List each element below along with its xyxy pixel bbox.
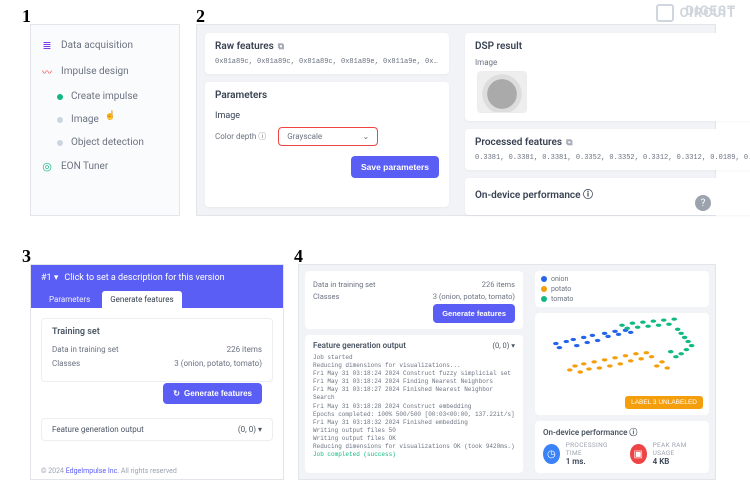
log-success-line: Job completed (success)	[313, 451, 396, 458]
nav-data-acquisition[interactable]: ≣ Data acquisition	[41, 33, 169, 58]
classes-value: 3 (onion, potato, tomato)	[433, 292, 515, 301]
version-desc[interactable]: Click to set a description for this vers…	[64, 273, 224, 283]
nav-create-impulse[interactable]: Create impulse	[41, 85, 169, 108]
param-section-label: Image	[215, 111, 439, 121]
nav-eon-tuner[interactable]: ◎ EON Tuner	[41, 154, 169, 179]
legend-tomato: tomato	[551, 295, 573, 303]
legend-dot-icon	[541, 276, 547, 282]
feature-explorer-panel: Data in training set 226 items Classes 3…	[298, 264, 716, 480]
cursor-icon	[105, 111, 115, 121]
legend-dot-icon	[541, 286, 547, 292]
ram-icon: ▣	[630, 444, 647, 464]
nav-label: Data acquisition	[61, 40, 133, 51]
ondevice-perf-card: On-device performance ⓘ ◷ PROCESSING TIM…	[535, 421, 709, 473]
label-unlabeled-button[interactable]: LABEL 3 UNLABELED	[625, 396, 703, 409]
proc-value: 1 ms.	[566, 457, 616, 467]
copy-icon[interactable]	[278, 41, 284, 52]
feature-generation-output-row[interactable]: Feature generation output (0, 0) ▾	[41, 418, 273, 441]
footer-prefix: © 2024	[41, 467, 66, 475]
nav-object-detection[interactable]: Object detection	[41, 131, 169, 154]
color-depth-select[interactable]: Grayscale ⌄	[278, 127, 378, 146]
dsp-caption: Image	[475, 58, 750, 67]
color-depth-label: Color depth ⓘ	[215, 131, 266, 142]
footer-link[interactable]: EdgeImpulse Inc.	[66, 467, 119, 475]
legend-potato: potato	[551, 285, 571, 293]
generate-features-panel: #1 ▾ Click to set a description for this…	[30, 264, 284, 480]
status-dot-icon	[57, 140, 63, 146]
metric-processing-time: ◷ PROCESSING TIME 1 ms.	[543, 442, 616, 467]
classes-label: Classes	[313, 292, 339, 301]
training-set-card: Training set Data in training set 226 it…	[41, 318, 273, 382]
classes-label: Classes	[52, 359, 80, 368]
clock-icon: ◷	[543, 444, 560, 464]
nav-impulse-design[interactable]: 〰 Impulse design	[41, 58, 169, 85]
footer: © 2024 EdgeImpulse Inc. All rights reser…	[31, 463, 283, 479]
tab-generate-features[interactable]: Generate features	[102, 291, 181, 308]
processed-features-card: Processed features 0.3381, 0.3381, 0.338…	[465, 129, 750, 170]
copy-icon[interactable]	[566, 137, 572, 148]
chevron-down-icon: ▾	[258, 425, 262, 434]
fgo-title: Feature generation output	[52, 425, 144, 434]
nav-label: Image	[71, 114, 99, 125]
nav-label: Create impulse	[71, 91, 138, 102]
training-info-card: Data in training set 226 items Classes 3…	[305, 271, 523, 329]
legend-dot-icon	[541, 296, 547, 302]
nav-label: EON Tuner	[61, 161, 108, 172]
parameters-title: Parameters	[215, 90, 439, 101]
help-button[interactable]: ?	[695, 195, 711, 211]
nav-label: Object detection	[71, 137, 144, 148]
chevron-down-icon: ▾	[511, 341, 515, 350]
perf-title: On-device performance ⓘ	[543, 427, 701, 438]
data-in-set-label: Data in training set	[52, 345, 119, 354]
classes-value: 3 (onion, potato, tomato)	[174, 359, 262, 368]
database-icon: ≣	[41, 39, 53, 52]
ram-label: PEAK RAM USAGE	[653, 442, 701, 458]
chip-icon	[656, 4, 674, 22]
proc-label: PROCESSING TIME	[566, 442, 616, 458]
sidebar-panel: ≣ Data acquisition 〰 Impulse design Crea…	[30, 24, 180, 216]
training-set-title: Training set	[52, 327, 262, 337]
fgo-badge: (0, 0)	[492, 341, 509, 350]
heartbeat-icon: 〰	[41, 64, 53, 79]
save-parameters-button[interactable]: Save parameters	[351, 156, 439, 178]
fgo-badge: (0, 0)	[238, 425, 256, 434]
nav-label: Impulse design	[61, 66, 129, 77]
data-in-set-label: Data in training set	[313, 280, 375, 289]
watermark-line2: DIGEST	[686, 4, 736, 19]
legend: onion potato tomato	[535, 271, 709, 307]
version-header: #1 ▾ Click to set a description for this…	[31, 265, 283, 308]
image-block-panel: Raw features 0x81a89c, 0x81a89c, 0x81a89…	[196, 24, 716, 216]
generate-features-button[interactable]: Generate features	[433, 304, 515, 323]
log-output: Job started Reducing dimensions for visu…	[313, 354, 515, 459]
nav-image[interactable]: Image	[41, 108, 169, 131]
feature-generation-log-card: Feature generation output (0, 0) ▾ Job s…	[305, 335, 523, 473]
feature-explorer-scatter[interactable]: LABEL 3 UNLABELED	[535, 313, 709, 415]
dsp-image-preview	[477, 71, 527, 113]
dsp-result-title: DSP result	[475, 41, 750, 52]
generate-features-button[interactable]: Generate features	[163, 383, 262, 404]
target-icon: ◎	[41, 160, 53, 173]
color-depth-value: Grayscale	[287, 132, 322, 141]
data-in-set-value: 226 items	[227, 345, 262, 354]
processed-features-title: Processed features	[475, 137, 562, 148]
tab-parameters[interactable]: Parameters	[41, 291, 98, 308]
raw-features-card: Raw features 0x81a89c, 0x81a89c, 0x81a89…	[205, 33, 449, 74]
processed-features-values: 0.3381, 0.3381, 0.3381, 0.3352, 0.3352, …	[475, 154, 750, 162]
raw-features-title: Raw features	[215, 41, 274, 52]
raw-features-values: 0x81a89c, 0x81a89c, 0x81a89c, 0x81a89e, …	[215, 58, 439, 66]
status-dot-icon	[57, 94, 63, 100]
metric-peak-ram: ▣ PEAK RAM USAGE 4 KB	[630, 442, 701, 467]
dsp-result-card: DSP result Image	[465, 33, 750, 121]
legend-onion: onion	[551, 275, 568, 283]
data-in-set-value: 226 items	[482, 280, 515, 289]
version-selector[interactable]: #1 ▾	[41, 273, 58, 283]
parameters-card: Parameters Image Color depth ⓘ Grayscale…	[205, 82, 449, 207]
footer-suffix: All rights reserved	[119, 467, 177, 475]
ram-value: 4 KB	[653, 457, 701, 467]
status-dot-icon	[57, 117, 63, 123]
fgo-title: Feature generation output	[313, 341, 406, 350]
chevron-down-icon: ⌄	[363, 132, 370, 141]
